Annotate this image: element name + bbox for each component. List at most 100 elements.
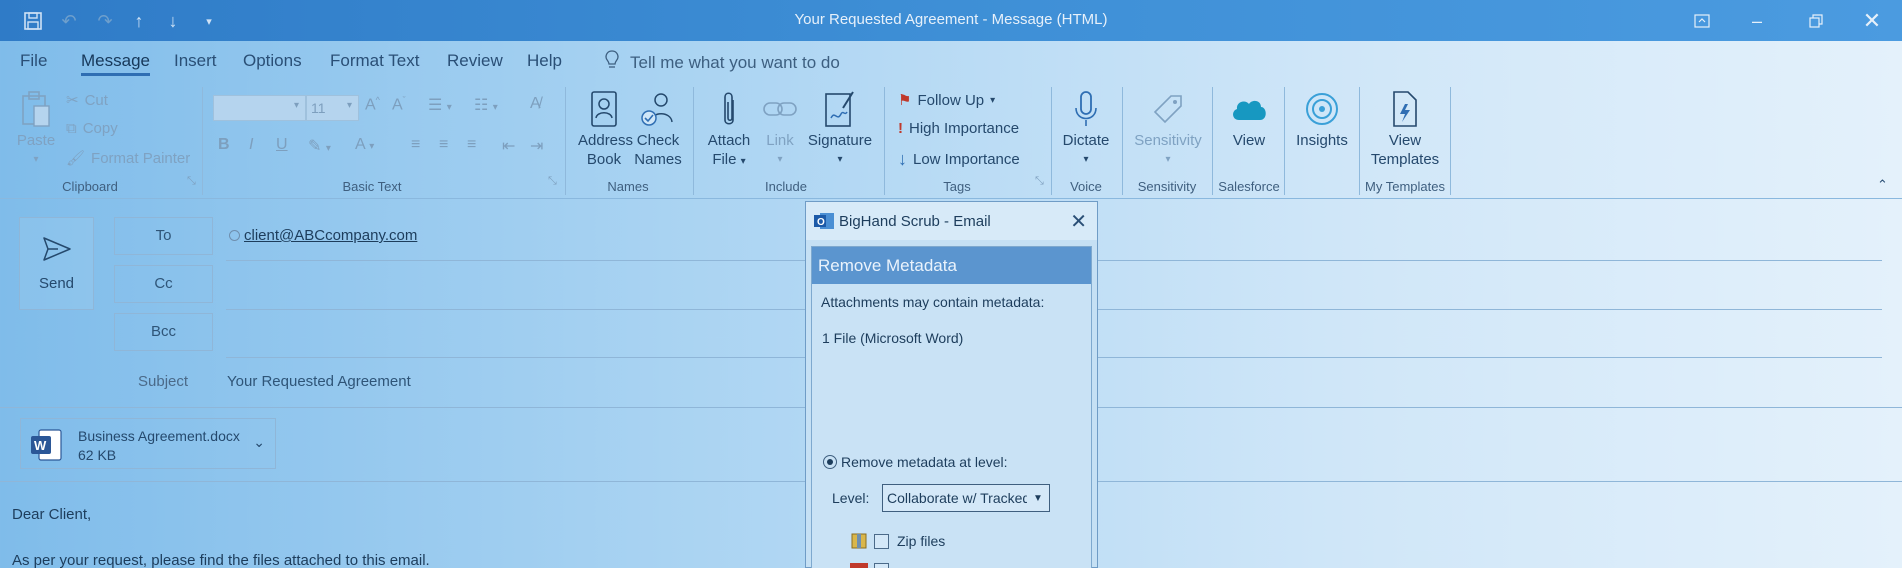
check-names-label-1: Check bbox=[636, 132, 680, 149]
italic-icon[interactable]: I bbox=[249, 136, 253, 154]
check-names-icon bbox=[638, 89, 678, 129]
ribbon: Paste ▾ ✂ Cut ⧉ Copy 🖌 Format Painter Clipb… bbox=[0, 81, 1902, 199]
attach-file-button[interactable]: Attach File ▾ bbox=[703, 89, 755, 171]
bold-icon[interactable]: B bbox=[218, 136, 230, 154]
highlight-icon[interactable]: ✎ ▾ bbox=[308, 136, 331, 156]
copy-label: Copy bbox=[82, 120, 118, 137]
align-center-icon[interactable]: ≡ bbox=[439, 136, 448, 154]
follow-up-button[interactable]: ⚑ Follow Up ▾ bbox=[898, 91, 995, 110]
level-select[interactable]: Collaborate w/ Tracked Changes ▼ bbox=[882, 484, 1050, 512]
tab-help[interactable]: Help bbox=[527, 51, 562, 71]
align-right-icon[interactable]: ≡ bbox=[467, 136, 476, 154]
font-size-value: 11 bbox=[311, 100, 326, 116]
attachment-size: 62 KB bbox=[78, 447, 117, 463]
tab-message[interactable]: Message bbox=[81, 51, 150, 76]
subject-input[interactable]: Your Requested Agreement bbox=[227, 373, 411, 390]
address-book-icon bbox=[584, 89, 624, 129]
minimize-icon[interactable]: – bbox=[1737, 6, 1777, 36]
numbering-icon[interactable]: ☷ ▾ bbox=[474, 95, 498, 115]
decrease-indent-icon[interactable]: ⇤ bbox=[502, 136, 515, 156]
underline-icon[interactable]: U bbox=[276, 136, 288, 154]
check-names-button[interactable]: Check Names bbox=[632, 89, 684, 169]
font-size-box[interactable]: 11 ▾ bbox=[306, 95, 359, 121]
title-bar: ↶ ↷ ↑ ↓ ▾ Your Requested Agreement - Mes… bbox=[0, 0, 1902, 41]
tab-file[interactable]: File bbox=[20, 51, 47, 71]
close-window-icon[interactable]: ✕ bbox=[1852, 6, 1892, 36]
increase-indent-icon[interactable]: ⇥ bbox=[530, 136, 543, 156]
ribbon-border bbox=[0, 198, 1902, 199]
exclamation-icon: ! bbox=[898, 120, 903, 137]
bullets-icon[interactable]: ☰ ▾ bbox=[428, 95, 452, 115]
bighand-scrub-dialog: O BigHand Scrub - Email ✕ Remove Metadat… bbox=[805, 201, 1098, 568]
clear-formatting-icon[interactable]: A̸ bbox=[530, 95, 541, 113]
copy-icon: ⧉ bbox=[66, 120, 77, 137]
format-painter-button[interactable]: 🖌 Format Painter bbox=[66, 149, 191, 168]
ribbon-separator bbox=[1450, 87, 1451, 195]
pdf-checkbox[interactable] bbox=[874, 563, 889, 568]
dictate-button[interactable]: Dictate ▾ bbox=[1058, 89, 1114, 169]
chevron-down-icon: ▾ bbox=[33, 154, 39, 165]
paste-icon bbox=[16, 89, 56, 129]
microphone-icon bbox=[1066, 89, 1106, 129]
view-templates-label-1: View bbox=[1388, 132, 1422, 149]
format-painter-label: Format Painter bbox=[91, 149, 191, 167]
tab-options[interactable]: Options bbox=[243, 51, 302, 71]
dialog-launcher-icon[interactable]: ⤡ bbox=[548, 175, 557, 188]
send-button[interactable]: Send bbox=[19, 217, 94, 310]
collapse-ribbon-icon[interactable]: ⌃ bbox=[1877, 177, 1888, 193]
font-name-box[interactable]: ▾ bbox=[213, 95, 306, 121]
zip-icon bbox=[850, 532, 868, 554]
body-line[interactable]: As per your request, please find the fil… bbox=[12, 552, 430, 568]
ribbon-display-icon[interactable] bbox=[1682, 6, 1722, 36]
chevron-down-icon: ▾ bbox=[740, 156, 746, 167]
grow-font-icon[interactable]: A^ bbox=[365, 95, 380, 114]
cut-button[interactable]: ✂ Cut bbox=[66, 91, 108, 110]
group-label-clipboard: Clipboard bbox=[62, 179, 118, 194]
restore-icon[interactable] bbox=[1796, 6, 1836, 36]
cut-label: Cut bbox=[84, 91, 108, 109]
address-book-button[interactable]: Address Book bbox=[578, 89, 633, 169]
ribbon-separator bbox=[1284, 87, 1285, 195]
salesforce-view-button[interactable]: View bbox=[1222, 89, 1276, 150]
low-importance-button[interactable]: ↓ Low Importance bbox=[898, 149, 1020, 170]
group-label-tags: Tags bbox=[943, 179, 971, 194]
high-importance-button[interactable]: ! High Importance bbox=[898, 120, 1019, 137]
link-button[interactable]: Link ▾ bbox=[760, 89, 800, 169]
close-icon[interactable]: ✕ bbox=[1070, 209, 1087, 234]
copy-button[interactable]: ⧉ Copy bbox=[66, 120, 118, 137]
cc-button[interactable]: Cc bbox=[114, 265, 213, 303]
chevron-down-icon[interactable]: ⌄ bbox=[253, 434, 265, 451]
signature-button[interactable]: Signature ▾ bbox=[806, 89, 874, 169]
tab-review[interactable]: Review bbox=[447, 51, 503, 71]
dialog-header: Remove Metadata bbox=[812, 247, 1091, 284]
view-templates-label-2: Templates bbox=[1370, 151, 1440, 168]
dialog-launcher-icon[interactable]: ⤡ bbox=[187, 175, 196, 188]
tab-insert[interactable]: Insert bbox=[174, 51, 217, 71]
remove-metadata-radio[interactable] bbox=[823, 455, 837, 469]
attach-label-2-row: File ▾ bbox=[703, 150, 755, 171]
tell-me-search[interactable]: Tell me what you want to do bbox=[604, 50, 840, 75]
bcc-button[interactable]: Bcc bbox=[114, 313, 213, 351]
align-left-icon[interactable]: ≡ bbox=[411, 136, 420, 154]
send-icon bbox=[42, 236, 72, 266]
svg-text:O: O bbox=[817, 217, 825, 228]
font-color-icon[interactable]: A ▾ bbox=[355, 136, 374, 154]
to-button[interactable]: To bbox=[114, 217, 213, 255]
signature-label: Signature bbox=[807, 132, 873, 149]
sensitivity-button[interactable]: Sensitivity ▾ bbox=[1130, 89, 1206, 169]
group-label-names: Names bbox=[607, 179, 649, 194]
level-select-value: Collaborate w/ Tracked Changes bbox=[887, 490, 1049, 506]
insights-button[interactable]: Insights bbox=[1292, 89, 1352, 150]
window-title: Your Requested Agreement - Message (HTML… bbox=[794, 11, 1108, 28]
paste-button[interactable]: Paste ▾ bbox=[14, 89, 58, 169]
chevron-down-icon: ▾ bbox=[777, 154, 783, 165]
body-greeting[interactable]: Dear Client, bbox=[12, 506, 91, 523]
to-recipient[interactable]: client@ABCcompany.com bbox=[244, 227, 417, 244]
view-templates-button[interactable]: View Templates bbox=[1367, 89, 1443, 169]
shrink-font-icon[interactable]: Aˇ bbox=[392, 95, 406, 114]
zip-files-checkbox[interactable] bbox=[874, 534, 889, 549]
lightbulb-icon bbox=[604, 50, 620, 75]
tab-format-text[interactable]: Format Text bbox=[330, 51, 419, 71]
attach-label-2: File bbox=[712, 151, 737, 168]
attachment-chip[interactable]: W Business Agreement.docx 62 KB ⌄ bbox=[20, 418, 276, 469]
